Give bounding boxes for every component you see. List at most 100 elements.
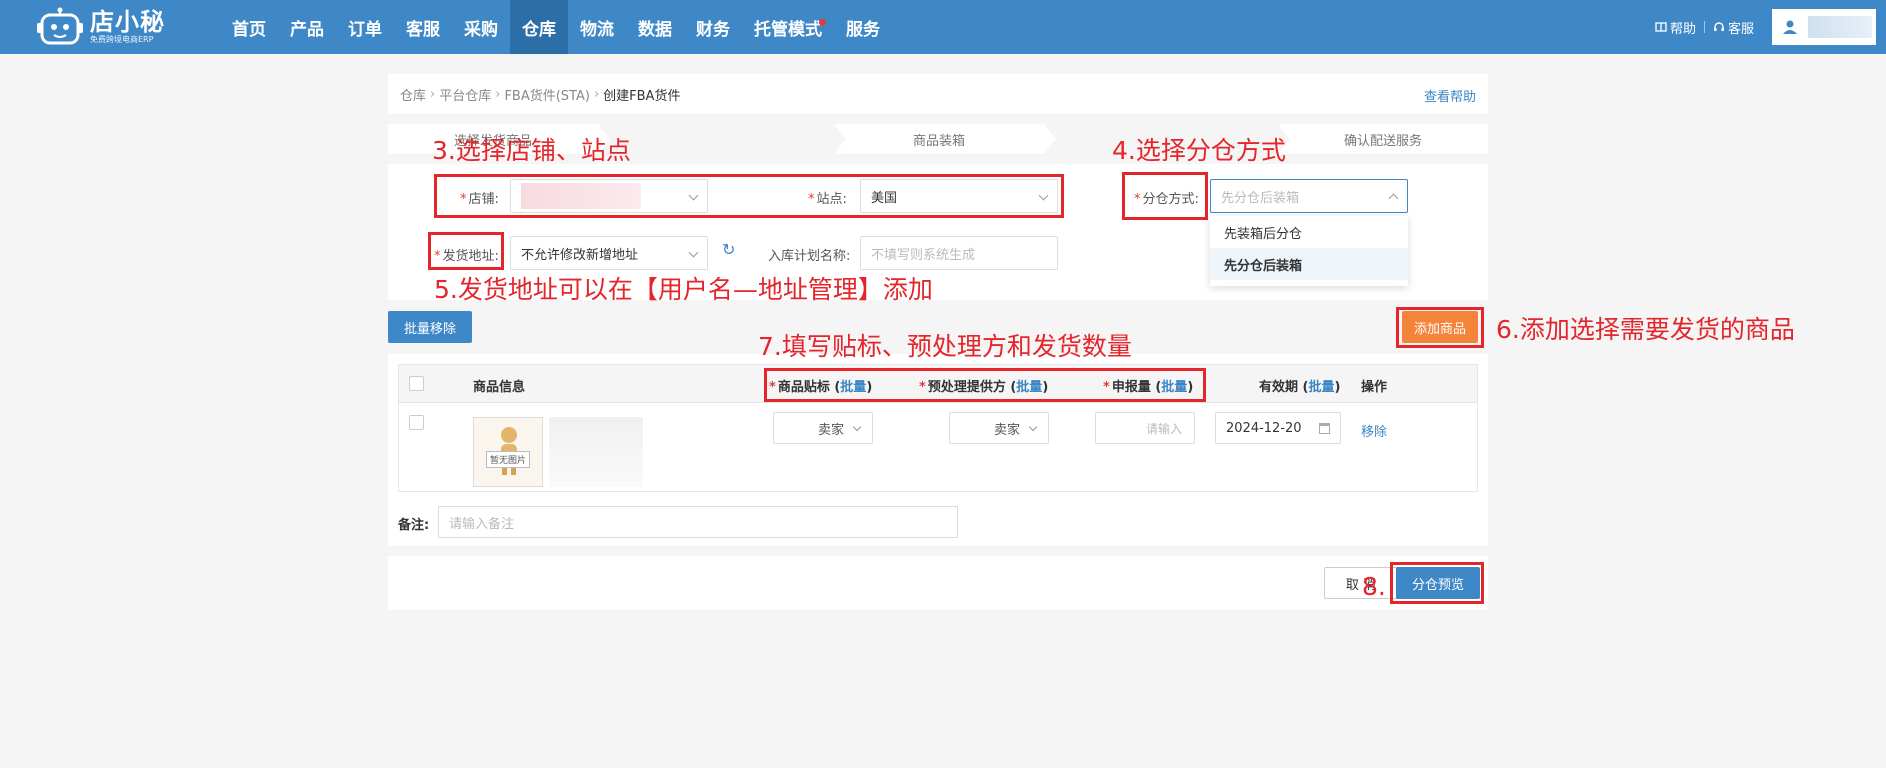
nav-label: 产品 [290, 19, 324, 40]
expiry-value: 2024-12-20 [1226, 420, 1302, 436]
nav-label: 托管模式 [754, 19, 822, 40]
row-checkbox[interactable] [409, 415, 424, 430]
nav-item-data[interactable]: 数据 [626, 0, 684, 54]
no-image-tag: 暂无图片 [485, 451, 530, 468]
annotation-step-4: 4.选择分仓方式 [1112, 136, 1286, 165]
nav-label: 首页 [232, 19, 266, 40]
chevron-down-icon [688, 247, 699, 258]
nav-label: 订单 [348, 19, 382, 40]
breadcrumb-item[interactable]: FBA货件(STA) [504, 85, 590, 104]
breadcrumb: 仓库 › 平台仓库 › FBA货件(STA) › 创建FBA货件 查看帮助 [388, 74, 1488, 114]
option-label: 先装箱后分仓 [1224, 226, 1303, 242]
note-label: 备注: [398, 518, 430, 533]
note-input[interactable]: 请输入备注 [438, 506, 958, 538]
user-icon [1783, 20, 1797, 34]
split-method-placeholder: 先分仓后装箱 [1221, 190, 1300, 206]
nav-item-customer-service[interactable]: 客服 [394, 0, 452, 54]
main-nav: 首页 产品 订单 客服 采购 仓库 物流 数据 财务 托管模式 服务 [220, 0, 892, 54]
nav-label: 客服 [406, 19, 440, 40]
batch-remove-button[interactable]: 批量移除 [388, 311, 472, 343]
help-link[interactable]: 帮助 [1647, 18, 1704, 37]
breadcrumb-item[interactable]: 平台仓库 [439, 85, 491, 104]
notification-dot [819, 19, 826, 26]
select-all-checkbox[interactable] [409, 376, 424, 391]
prep-value: 卖家 [994, 422, 1021, 438]
breadcrumb-item[interactable]: 仓库 [400, 85, 426, 104]
ship-address-select[interactable]: 不允许修改新增地址 [510, 236, 708, 270]
button-label: 批量移除 [403, 321, 456, 337]
note-placeholder: 请输入备注 [449, 516, 515, 532]
nav-item-managed-mode[interactable]: 托管模式 [742, 0, 834, 54]
nav-item-purchasing[interactable]: 采购 [452, 0, 510, 54]
logo[interactable]: 店小秘 免费跨境电商ERP [36, 0, 165, 54]
annotation-step-7: 7.填写贴标、预处理方和发货数量 [758, 332, 1132, 361]
nav-item-products[interactable]: 产品 [278, 0, 336, 54]
plan-name-placeholder: 不填写则系统生成 [871, 247, 976, 263]
nav-label: 仓库 [522, 19, 556, 40]
chevron-down-icon [1028, 422, 1038, 432]
top-nav-bar: 店小秘 免费跨境电商ERP 首页 产品 订单 客服 采购 仓库 物流 数据 财务… [0, 0, 1886, 54]
chevron-right-icon: › [495, 86, 501, 102]
chevron-right-icon: › [430, 86, 436, 102]
logo-name: 店小秘 [90, 8, 165, 36]
nav-item-logistics[interactable]: 物流 [568, 0, 626, 54]
annotation-box-store-site [434, 174, 1064, 218]
nav-label: 服务 [846, 19, 880, 40]
option-label: 先分仓后装箱 [1224, 258, 1303, 274]
username-redacted [1808, 16, 1872, 38]
step-label: 确认配送服务 [1343, 133, 1422, 149]
refresh-icon[interactable]: ↻ [722, 240, 735, 259]
split-option-split-first[interactable]: 先分仓后装箱 [1210, 248, 1408, 280]
annotation-box-split-method [1122, 172, 1208, 220]
logo-text: 店小秘 免费跨境电商ERP [90, 9, 165, 45]
product-name-redacted [549, 417, 643, 487]
prep-provider-select[interactable]: 卖家 [949, 412, 1049, 444]
step-confirm-delivery: 确认配送服务 [1278, 124, 1488, 154]
annotation-step-8: 8. [1362, 572, 1386, 601]
cancel-button[interactable]: 取 消 [1324, 567, 1398, 599]
nav-label: 数据 [638, 19, 672, 40]
nav-item-services[interactable]: 服务 [834, 0, 892, 54]
annotation-box-table-fields [764, 368, 1206, 402]
split-option-pack-first[interactable]: 先装箱后分仓 [1210, 216, 1408, 248]
step-packing: 商品装箱 [834, 124, 1056, 154]
service-link[interactable]: 客服 [1705, 18, 1762, 37]
ship-address-value: 不允许修改新增地址 [521, 247, 639, 263]
calendar-icon [1319, 423, 1330, 434]
batch-expiry-link[interactable]: 批量 [1308, 380, 1334, 395]
annotation-box-ship-address [428, 232, 504, 270]
breadcrumb-current: 创建FBA货件 [603, 88, 681, 104]
annotation-box-add-product [1396, 307, 1484, 348]
nav-item-home[interactable]: 首页 [220, 0, 278, 54]
step-label: 商品装箱 [912, 133, 965, 149]
chevron-up-icon [1388, 193, 1399, 204]
chevron-right-icon: › [593, 86, 600, 102]
nav-label: 物流 [580, 19, 614, 40]
declared-qty-input[interactable]: 请输入 [1095, 412, 1195, 444]
expiry-date-input[interactable]: 2024-12-20 [1215, 412, 1341, 444]
user-menu[interactable] [1772, 9, 1876, 45]
help-label: 帮助 [1669, 21, 1696, 37]
view-help-link[interactable]: 查看帮助 [1424, 86, 1476, 105]
service-label: 客服 [1727, 21, 1754, 37]
nav-label: 财务 [696, 19, 730, 40]
book-icon [1655, 22, 1667, 32]
remove-row-link[interactable]: 移除 [1361, 421, 1387, 440]
nav-item-warehouse[interactable]: 仓库 [510, 0, 568, 54]
annotation-box-split-preview [1390, 562, 1484, 604]
label-select[interactable]: 卖家 [773, 412, 873, 444]
split-method-dropdown: 先装箱后分仓 先分仓后装箱 [1210, 216, 1408, 286]
nav-item-finance[interactable]: 财务 [684, 0, 742, 54]
nav-label: 采购 [464, 19, 498, 40]
annotation-step-5: 5.发货地址可以在【用户名—地址管理】添加 [434, 275, 933, 304]
qty-placeholder: 请输入 [1145, 421, 1182, 436]
col-expiry: 有效期 (批量) [1259, 380, 1341, 395]
split-method-select[interactable]: 先分仓后装箱 [1210, 179, 1408, 213]
footer-actions: 取 消 分仓预览 [388, 556, 1488, 610]
nav-item-orders[interactable]: 订单 [336, 0, 394, 54]
col-product-info: 商品信息 [473, 380, 526, 395]
chevron-down-icon [852, 422, 862, 432]
logo-subtitle: 免费跨境电商ERP [90, 35, 154, 44]
label-value: 卖家 [818, 422, 845, 438]
plan-name-input[interactable]: 不填写则系统生成 [860, 236, 1058, 270]
